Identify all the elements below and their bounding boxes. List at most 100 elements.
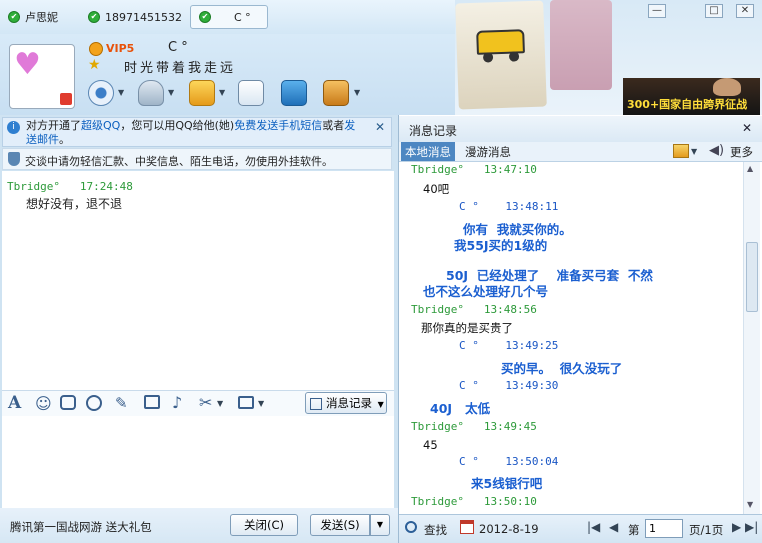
message-header: Tbridge° 17:24:48 <box>7 180 133 193</box>
message-header: C ° 13:49:25 <box>459 339 558 352</box>
notice-text: 对方开通了 <box>26 119 81 132</box>
page-number-input[interactable] <box>645 519 683 538</box>
chevron-down-icon[interactable]: ▼ <box>354 88 360 97</box>
chevron-down-icon[interactable]: ▼ <box>118 88 124 97</box>
message-sender: Tbridge° <box>411 303 464 316</box>
game-ad-link[interactable]: 腾讯第一国战网游 送大礼包 <box>10 519 152 535</box>
emoji-icon[interactable]: ☺ <box>35 394 52 413</box>
vip-badge[interactable]: VIP5 <box>106 42 134 55</box>
online-status-icon: ✔ <box>199 11 211 23</box>
message-text: 也不这么处理好几个号 <box>423 284 549 299</box>
speaker-icon[interactable]: ◀) <box>709 143 724 158</box>
image-icon[interactable] <box>144 395 160 409</box>
search-label[interactable]: 查找 <box>424 522 447 538</box>
chat-message-area[interactable]: Tbridge° 17:24:48 想好没有，退不退 <box>2 171 394 390</box>
music-icon[interactable]: ♪ <box>172 393 182 412</box>
bus-icon <box>476 29 525 55</box>
safety-notice-text: 交谈中请勿轻信汇款、中奖信息、陌生电话，勿使用外挂软件。 <box>25 155 333 168</box>
game-ad-text: 300+国家自由跨界征战 <box>627 98 748 111</box>
send-file-icon[interactable] <box>189 80 215 106</box>
message-header: C ° 13:50:04 <box>459 455 558 468</box>
tab-label: 18971451532 <box>105 10 182 24</box>
character-face <box>713 78 741 96</box>
more-link[interactable]: 更多 <box>730 144 753 160</box>
scroll-up-icon[interactable]: ▲ <box>747 164 753 173</box>
video-call-icon[interactable] <box>88 80 114 106</box>
voice-call-icon[interactable] <box>138 80 164 106</box>
chevron-down-icon[interactable]: ▼ <box>258 399 264 408</box>
last-page-icon[interactable]: ▶| <box>745 520 758 534</box>
chevron-down-icon[interactable]: ▼ <box>691 147 697 156</box>
message-input[interactable] <box>2 416 394 508</box>
edit-icon[interactable]: ✎ <box>115 394 128 412</box>
contact-signature: 时光带着我走远 <box>124 61 237 76</box>
online-status-icon: ✔ <box>8 11 20 23</box>
notebook-picture <box>455 0 547 110</box>
message-text: 来5线银行吧 <box>471 476 543 491</box>
import-export-icon[interactable] <box>673 144 689 158</box>
chevron-down-icon[interactable]: ▼ <box>219 88 225 97</box>
format-toolbar: A ☺ ✎ ♪ ✂ ▼ ▼ 消息记录 ▼ <box>2 390 394 416</box>
tab-contact-1[interactable]: ✔ 卢思妮 <box>8 5 58 29</box>
chevron-down-icon[interactable]: ▼ <box>168 88 174 97</box>
qq-badge-icon <box>60 93 72 105</box>
super-qq-link[interactable]: 超级QQ <box>81 119 120 132</box>
shake-icon[interactable] <box>86 395 102 411</box>
maximize-button[interactable]: □ <box>705 4 723 18</box>
message-header: Tbridge° 13:49:45 <box>411 420 537 433</box>
message-text: 想好没有，退不退 <box>26 197 123 211</box>
message-sender: Tbridge° <box>411 163 464 176</box>
scroll-down-icon[interactable]: ▼ <box>747 500 753 509</box>
send-button[interactable]: 发送(S) <box>310 514 370 536</box>
screenshot-scissors-icon[interactable]: ✂ <box>199 393 212 412</box>
free-sms-link[interactable]: 免费发送手机短信 <box>234 119 322 132</box>
magic-face-icon[interactable] <box>60 395 76 410</box>
history-scrollbar[interactable]: ▲ ▼ <box>743 162 760 514</box>
message-sender: Tbridge° <box>411 495 464 508</box>
close-button[interactable]: 关闭(C) <box>230 514 298 536</box>
notice-text: 。 <box>59 133 70 146</box>
message-text: 买的早。 很久没玩了 <box>501 361 623 376</box>
close-history-icon[interactable]: ✕ <box>742 121 752 135</box>
history-date[interactable]: 2012-8-19 <box>479 522 539 536</box>
send-options-chevron-icon[interactable]: ▼ <box>370 514 390 536</box>
next-page-icon[interactable]: ▶ <box>732 520 741 534</box>
chevron-down-icon: ▼ <box>377 400 384 409</box>
message-history-button[interactable]: 消息记录 ▼ <box>305 392 387 414</box>
calendar-icon[interactable] <box>238 396 254 409</box>
star-icon[interactable]: ★ <box>88 57 101 73</box>
message-sender: Tbridge° <box>7 180 60 193</box>
contact-nickname: C ° <box>168 40 188 55</box>
safety-notice: 交谈中请勿轻信汇款、中奖信息、陌生电话，勿使用外挂软件。 <box>2 148 392 170</box>
heart-icon: ♥ <box>14 47 41 82</box>
search-icon[interactable] <box>405 521 417 533</box>
message-text: 40吧 <box>423 182 450 196</box>
pencil-cup-picture <box>550 0 612 90</box>
app-menu-icon[interactable] <box>323 80 349 106</box>
message-sender: C ° <box>459 339 479 352</box>
chevron-down-icon[interactable]: ▼ <box>217 399 223 408</box>
message-text: 40J 太低 <box>430 401 491 416</box>
tab-roaming-messages[interactable]: 漫游消息 <box>465 144 511 160</box>
previous-page-icon[interactable]: ◀ <box>609 520 618 534</box>
message-time: 13:48:11 <box>505 200 559 213</box>
calendar-icon[interactable] <box>460 520 474 534</box>
first-page-icon[interactable]: |◀ <box>587 520 600 534</box>
remote-assist-icon[interactable] <box>281 80 307 106</box>
close-notice-icon[interactable]: ✕ <box>375 120 385 134</box>
message-time: 13:49:30 <box>505 379 559 392</box>
tab-contact-2[interactable]: ✔ 18971451532 <box>88 5 182 29</box>
font-icon[interactable]: A <box>8 393 21 413</box>
close-window-button[interactable]: ✕ <box>736 4 754 18</box>
send-sms-icon[interactable] <box>238 80 264 106</box>
message-time: 13:49:45 <box>483 420 537 433</box>
game-ad[interactable]: 300+国家自由跨界征战 <box>623 78 760 115</box>
avatar[interactable]: ♥ <box>9 44 75 109</box>
super-qq-notice: i 对方开通了超级QQ，您可以用QQ给他(她)免费发送手机短信或者发送邮件。 ✕ <box>2 117 392 147</box>
tab-contact-active[interactable]: ✔ C ° <box>190 5 268 29</box>
tab-local-messages[interactable]: 本地消息 <box>401 142 455 161</box>
bottom-bar: 腾讯第一国战网游 送大礼包 关闭(C) 发送(S) ▼ <box>0 508 398 543</box>
history-message-list[interactable]: Tbridge° 13:47:10 40吧 C ° 13:48:11 你有 我就… <box>399 162 742 514</box>
minimize-button[interactable]: — <box>648 4 666 18</box>
scrollbar-thumb[interactable] <box>746 242 758 312</box>
